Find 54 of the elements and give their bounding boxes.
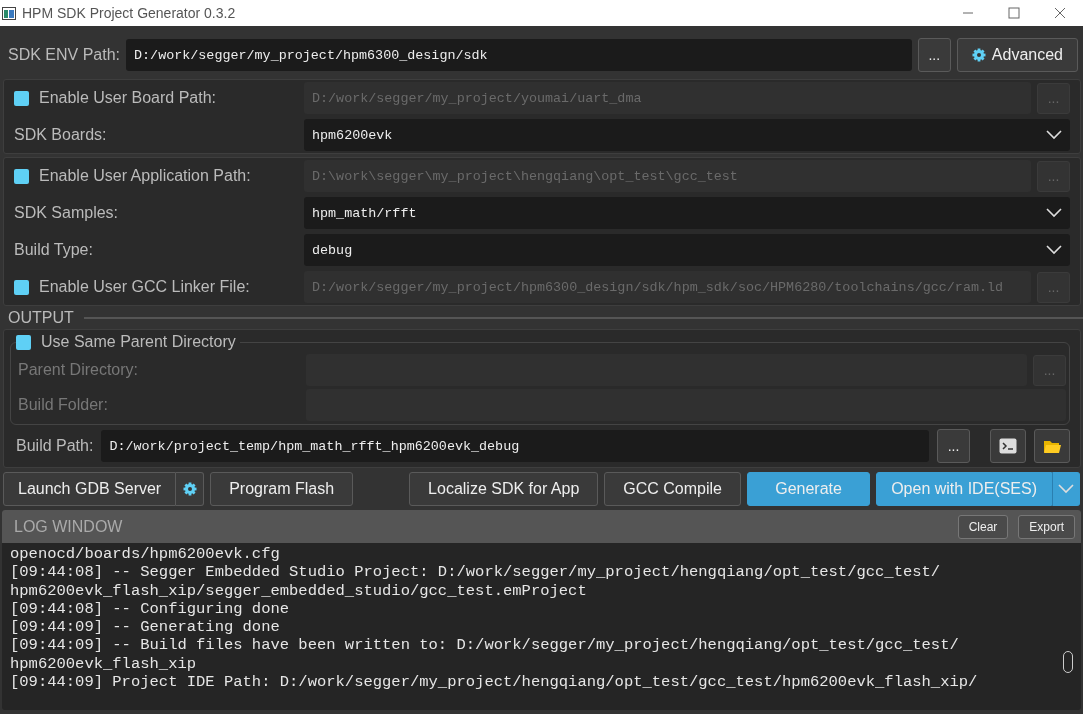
checkbox[interactable] xyxy=(14,279,29,295)
folder-button[interactable] xyxy=(1034,429,1070,463)
field-label: Build Type: xyxy=(14,241,93,259)
settings-icon xyxy=(182,482,197,496)
browse-button[interactable]: ... xyxy=(937,429,970,463)
log-line: hpm6200evk_flash_xip/segger_embedded_studio/gcc_test.emProject xyxy=(10,581,587,600)
chevron-down-icon xyxy=(1046,208,1062,218)
checkbox-label: Enable User Application Path: xyxy=(39,167,251,185)
launch-button[interactable]: Launch GDB Server xyxy=(3,472,177,506)
dropdown[interactable]: hpm_math/rfft xyxy=(304,197,1070,229)
settings-icon xyxy=(971,48,986,62)
chevron-down-icon xyxy=(1058,484,1074,494)
window-title: HPM SDK Project Generator 0.3.2 xyxy=(22,5,237,21)
clear-button[interactable]: Clear xyxy=(957,514,1009,539)
checkbox-label: Use Same Parent Directory xyxy=(41,333,236,351)
field-label: SDK Boards: xyxy=(14,126,107,144)
action-button[interactable]: GCC Compile xyxy=(604,472,741,506)
terminal-icon xyxy=(999,438,1017,454)
close-icon[interactable] xyxy=(1054,7,1066,19)
field-label: Parent Directory: xyxy=(18,361,140,379)
dropdown[interactable]: debug xyxy=(304,234,1070,266)
field-label: SDK Samples: xyxy=(14,204,119,222)
path-field[interactable]: D:/work/project_temp/hpm_math_rfft_hpm6200evk_debug xyxy=(101,430,929,462)
field-label: SDK ENV Path: xyxy=(8,46,121,64)
dropdown[interactable]: hpm6200evk xyxy=(304,119,1070,151)
action-button[interactable]: Program Flash xyxy=(210,472,354,506)
log-line: [09:44:09] -- Generating done xyxy=(10,618,280,637)
dropdown-button[interactable] xyxy=(1052,472,1080,506)
advanced-button[interactable]: Advanced xyxy=(956,38,1078,72)
checkbox-label: Enable User Board Path: xyxy=(39,89,216,107)
folder-icon xyxy=(1043,438,1061,454)
checkbox-label: Enable User GCC Linker File: xyxy=(39,278,250,296)
field-label: Build Path: xyxy=(16,437,94,455)
log-line: [09:44:09] Project IDE Path: D:/work/segger/my_project/hengqiang/opt_test/gcc_test/hpm6200evk_flash_xip/ xyxy=(10,673,978,692)
log-line: openocd/boards/hpm6200evk.cfg xyxy=(10,545,280,564)
export-button[interactable]: Export xyxy=(1018,514,1075,539)
chevron-down-icon xyxy=(1046,130,1062,140)
path-field[interactable]: D:/work/segger/my_project/hpm6300_design/sdk xyxy=(126,39,912,71)
checkbox[interactable] xyxy=(14,168,29,184)
section-title: OUTPUT xyxy=(8,309,74,327)
log-title: LOG WINDOW xyxy=(14,517,124,536)
checkbox[interactable] xyxy=(14,90,29,106)
log-line: [09:44:08] -- Configuring done xyxy=(10,599,290,619)
log-line: [09:44:08] -- Segger Embedded Studio Project: D:/work/segger/my_project/hengqiang/opt_test/gcc_test/ xyxy=(10,563,941,582)
browse-button[interactable]: ... xyxy=(917,38,951,72)
log-line: hpm6200evk_flash_xip xyxy=(10,654,197,674)
settings-button[interactable] xyxy=(176,472,205,506)
terminal-button[interactable] xyxy=(990,429,1026,463)
chevron-down-icon xyxy=(1046,245,1062,255)
log-line: [09:44:09] -- Build files have been written to: D:/work/segger/my_project/hengqiang/opt_test/gcc_test/ xyxy=(10,636,959,655)
checkbox[interactable] xyxy=(16,334,31,350)
field-label: Build Folder: xyxy=(18,396,109,414)
action-button[interactable]: Localize SDK for App xyxy=(409,472,599,506)
maximize-icon[interactable] xyxy=(1008,7,1020,19)
